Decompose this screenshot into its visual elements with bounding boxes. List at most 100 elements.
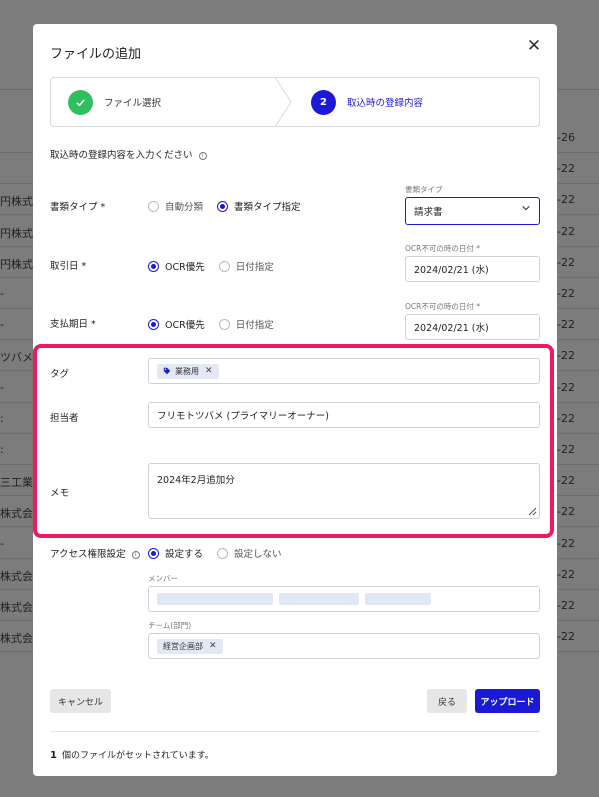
radio-due-ocr[interactable]: OCR優先 bbox=[148, 317, 205, 331]
assignee-label: 担当者 bbox=[50, 413, 79, 424]
members-input[interactable] bbox=[148, 586, 540, 612]
resize-handle-icon[interactable] bbox=[527, 506, 537, 516]
cancel-button[interactable]: キャンセル bbox=[50, 689, 111, 713]
background-cell-right: -22 bbox=[557, 380, 575, 394]
background-cell-right: -22 bbox=[557, 318, 575, 332]
background-cell-right: -22 bbox=[557, 287, 575, 300]
member-chip-blurred bbox=[279, 593, 359, 605]
background-cell-right: -22 bbox=[557, 224, 575, 238]
doc-type-select[interactable]: 請求書 bbox=[405, 197, 540, 225]
trade-date-fallback-label: OCR不可の時の日付 * bbox=[405, 244, 480, 253]
radio-doc-type-specify[interactable]: 書類タイプ指定 bbox=[217, 199, 301, 213]
radio-trade-ocr[interactable]: OCR優先 bbox=[148, 259, 205, 273]
background-cell-left: 株式会 bbox=[0, 601, 33, 614]
background-cell-right: -22 bbox=[557, 474, 575, 488]
radio-trade-specify[interactable]: 日付指定 bbox=[218, 259, 274, 273]
background-cell-left: - bbox=[0, 536, 4, 550]
team-label: チーム(部門) bbox=[148, 621, 192, 630]
background-cell-right: -22 bbox=[557, 599, 575, 612]
background-cell-left: 三工業 bbox=[0, 476, 33, 490]
background-cell-left: - bbox=[0, 380, 4, 394]
background-cell-right: -22 bbox=[557, 255, 575, 269]
file-count-text: 個のファイルがセットされています。 bbox=[61, 751, 214, 761]
background-cell-right: -22 bbox=[557, 193, 575, 207]
background-cell-left: - bbox=[0, 287, 4, 300]
trade-date-value: 2024/02/21 (水) bbox=[414, 265, 489, 276]
intro-text: 取込時の登録内容を入力ください i bbox=[50, 147, 207, 161]
info-icon[interactable]: i bbox=[198, 152, 207, 160]
step-registration: 2 取込時の登録内容 bbox=[283, 78, 539, 126]
file-count-note: 1 個のファイルがセットされています。 bbox=[50, 748, 214, 761]
radio-auto-classify[interactable]: 自動分類 bbox=[148, 199, 203, 213]
radio-access-unset[interactable]: 設定しない bbox=[217, 546, 282, 560]
tag-chip[interactable]: 業務用 ✕ bbox=[157, 363, 219, 379]
step-file-select: ファイル選択 bbox=[51, 78, 283, 126]
remove-tag-icon[interactable]: ✕ bbox=[205, 366, 213, 376]
due-date-value: 2024/02/21 (水) bbox=[414, 323, 489, 334]
team-chip-label: 経営企画部 bbox=[163, 641, 203, 651]
intro-label: 取込時の登録内容を入力ください bbox=[50, 150, 193, 161]
background-cell-left: 株式会 bbox=[0, 569, 33, 583]
step-file-select-label: ファイル選択 bbox=[104, 98, 162, 109]
doc-type-radio-group: 自動分類 書類タイプ指定 bbox=[148, 199, 315, 213]
trade-date-label: 取引日 * bbox=[50, 261, 87, 272]
background-cell-right: -22 bbox=[557, 630, 575, 644]
team-chip[interactable]: 経営企画部 ✕ bbox=[157, 638, 223, 654]
doc-type-select-value: 請求書 bbox=[414, 207, 443, 218]
access-label: アクセス権限設定 i bbox=[50, 546, 140, 560]
background-cell-right: -26 bbox=[557, 131, 575, 144]
background-cell-right: -22 bbox=[557, 567, 575, 581]
tag-label: タグ bbox=[50, 369, 70, 380]
file-count: 1 bbox=[50, 750, 57, 761]
chevron-down-icon bbox=[522, 206, 530, 211]
memo-value: 2024年2月追加分 bbox=[157, 475, 235, 486]
modal-title: ファイルの追加 bbox=[50, 47, 142, 62]
back-button[interactable]: 戻る bbox=[427, 689, 467, 713]
background-cell-left: 株式会 bbox=[0, 507, 33, 521]
assignee-input[interactable]: フリモトツバメ (プライマリーオーナー) bbox=[148, 402, 540, 428]
background-cell-right: -22 bbox=[557, 162, 575, 176]
tag-icon bbox=[163, 367, 171, 375]
background-cell-right: -22 bbox=[557, 505, 575, 519]
access-label-text: アクセス権限設定 bbox=[50, 549, 126, 560]
stepper: ファイル選択 2 取込時の登録内容 bbox=[50, 77, 540, 127]
add-file-modal: ファイルの追加 ✕ ファイル選択 2 取込時の登録内容 取込時の登録内容を入力く… bbox=[33, 24, 557, 776]
background-cell-right: -22 bbox=[557, 349, 575, 363]
team-input[interactable]: 経営企画部 ✕ bbox=[148, 633, 540, 659]
background-cell-right: -22 bbox=[557, 536, 575, 550]
trade-date-radio-group: OCR優先 日付指定 bbox=[148, 259, 288, 273]
upload-button[interactable]: アップロード bbox=[475, 689, 540, 713]
background-cell-left: - bbox=[0, 318, 4, 332]
due-date-fallback-label: OCR不可の時の日付 * bbox=[405, 302, 480, 311]
due-date-input[interactable]: 2024/02/21 (水) bbox=[405, 314, 540, 340]
radio-access-set[interactable]: 設定する bbox=[148, 546, 203, 560]
doc-type-label: 書類タイプ * bbox=[50, 202, 106, 213]
background-cell-left: ツバメ bbox=[0, 351, 33, 365]
background-cell-left: : bbox=[0, 443, 4, 456]
member-chip-blurred bbox=[157, 593, 273, 605]
background-cell-right: -22 bbox=[557, 443, 575, 456]
step-number: 2 bbox=[311, 89, 336, 115]
radio-due-specify[interactable]: 日付指定 bbox=[218, 317, 274, 331]
members-label: メンバー bbox=[148, 574, 178, 583]
tag-input[interactable]: 業務用 ✕ bbox=[148, 358, 540, 384]
step-registration-label: 取込時の登録内容 bbox=[347, 98, 424, 109]
background-cell-right: -22 bbox=[557, 411, 575, 425]
background-cell-left: : bbox=[0, 411, 4, 425]
memo-label: メモ bbox=[50, 488, 70, 499]
assignee-value: フリモトツバメ (プライマリーオーナー) bbox=[157, 411, 329, 422]
info-icon[interactable]: i bbox=[131, 551, 140, 559]
due-date-label: 支払期日 * bbox=[50, 319, 96, 330]
trade-date-input[interactable]: 2024/02/21 (水) bbox=[405, 256, 540, 282]
memo-textarea[interactable]: 2024年2月追加分 bbox=[148, 463, 540, 519]
member-chip-blurred bbox=[365, 593, 431, 605]
check-icon bbox=[68, 89, 93, 115]
tag-chip-label: 業務用 bbox=[175, 366, 199, 376]
doc-type-select-label: 書類タイプ bbox=[405, 185, 443, 194]
remove-team-icon[interactable]: ✕ bbox=[209, 641, 217, 651]
access-radio-group: 設定する 設定しない bbox=[148, 546, 296, 560]
background-cell-left: 株式会 bbox=[0, 632, 33, 646]
due-date-radio-group: OCR優先 日付指定 bbox=[148, 317, 288, 331]
close-icon[interactable]: ✕ bbox=[524, 36, 544, 56]
footer-divider bbox=[50, 731, 540, 732]
